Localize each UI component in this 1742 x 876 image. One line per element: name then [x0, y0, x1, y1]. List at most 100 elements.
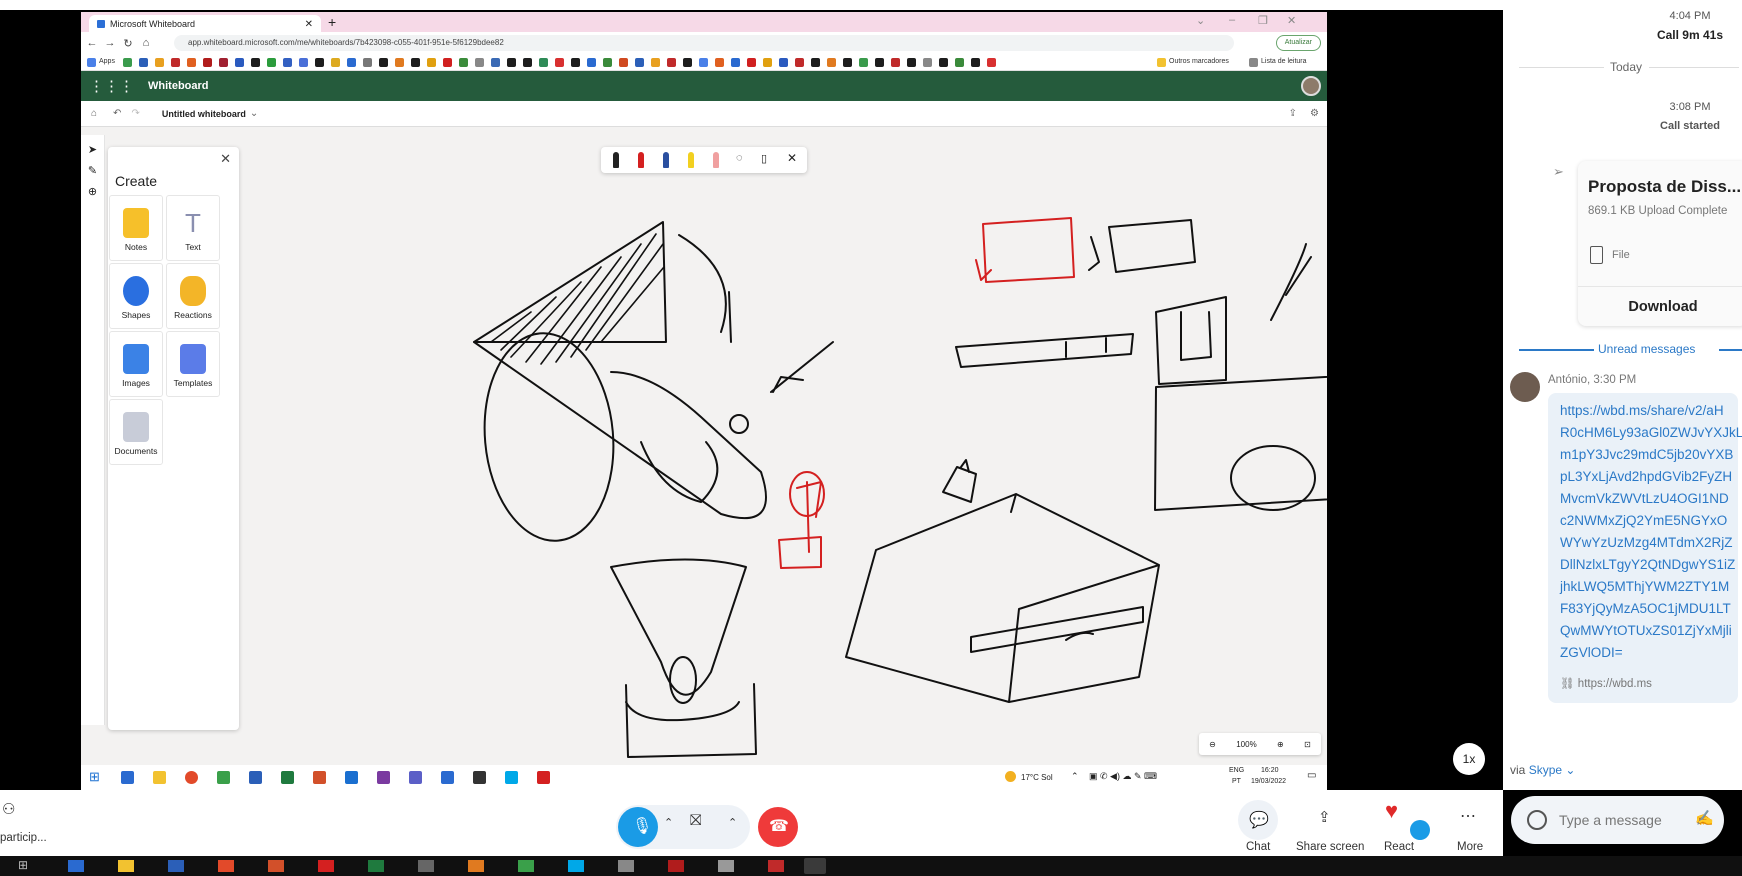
taskbar-app-icon[interactable]	[468, 860, 484, 872]
taskbar-app-icon[interactable]	[768, 860, 784, 872]
chat-label[interactable]: Chat	[1246, 841, 1270, 853]
taskbar-app-icon[interactable]	[168, 860, 184, 872]
zoom-in-icon[interactable]: ⊕	[1277, 740, 1284, 749]
message-link-line[interactable]: WYwYzUzMzg4MTdmX2RjZ	[1560, 535, 1733, 550]
acrobat-icon[interactable]	[537, 771, 550, 784]
lasso-icon[interactable]: ◌	[736, 152, 743, 164]
taskbar-app-icon[interactable]	[618, 860, 634, 872]
onenote-icon[interactable]	[377, 771, 390, 784]
highlighter-icon[interactable]	[688, 152, 694, 168]
link-preview[interactable]: ⛓ https://wbd.ms	[1560, 676, 1652, 690]
taskbar-app-icon[interactable]	[217, 771, 230, 784]
tray-icons[interactable]: ▣ ✆ ◀) ☁ ✎ ⌨	[1089, 771, 1157, 782]
message-link-line[interactable]: F83YjQyMzA5OC1jMDU1LT	[1560, 601, 1731, 616]
taskbar-app-icon[interactable]	[318, 860, 334, 872]
taskbar-app-icon[interactable]	[473, 771, 486, 784]
teams-icon[interactable]	[409, 771, 422, 784]
message-link-line[interactable]: jhkLWQ5MThjYWM2ZTY1M	[1560, 579, 1729, 594]
language-bottom[interactable]: PT	[1232, 778, 1241, 785]
active-taskbar-app-icon[interactable]	[804, 858, 826, 874]
end-call-button[interactable]: ☎	[758, 807, 798, 847]
start-icon[interactable]: ⊞	[18, 858, 28, 872]
compose-pen-icon[interactable]: ✍	[1695, 809, 1714, 827]
message-link-line[interactable]: pL3YxLjAvd2hpdGVib2FyZH	[1560, 469, 1732, 484]
emoji-icon[interactable]	[1527, 810, 1547, 830]
message-link-line[interactable]: QwMWYtOTUxZS01ZjYxMjli	[1560, 623, 1732, 638]
participants-label[interactable]: particip...	[0, 832, 47, 844]
close-ink-toolbar-icon[interactable]: ✕	[787, 151, 797, 165]
taskbar-app-icon[interactable]	[441, 771, 454, 784]
chat-button[interactable]: 💬	[1238, 800, 1278, 840]
taskbar-app-icon[interactable]	[518, 860, 534, 872]
weather-text[interactable]: 17°C Sol	[1021, 773, 1053, 782]
powerpoint-icon[interactable]	[313, 771, 326, 784]
taskbar-app-icon[interactable]	[121, 771, 134, 784]
taskbar-app-icon[interactable]	[368, 860, 384, 872]
message-link-line[interactable]: R0cHM6Ly93aGl0ZWJvYXJkL	[1560, 425, 1742, 440]
fit-screen-icon[interactable]: ⊡	[1304, 740, 1311, 749]
clock-time[interactable]: 16:20	[1261, 767, 1279, 774]
skype-taskbar-icon[interactable]	[505, 771, 518, 784]
ruler-icon[interactable]: ▯	[761, 152, 767, 165]
camera-options-chevron-icon[interactable]: ⌃	[728, 816, 737, 829]
share-screen-label[interactable]: Share screen	[1296, 841, 1364, 853]
heart-react-icon[interactable]: ♥	[1385, 798, 1398, 824]
taskbar-app-icon[interactable]	[668, 860, 684, 872]
select-tool-icon[interactable]: ➤	[81, 143, 104, 156]
create-shapes[interactable]: Shapes	[109, 263, 163, 329]
message-link-line[interactable]: ZGVlODI=	[1560, 645, 1623, 660]
clock-date[interactable]: 19/03/2022	[1251, 778, 1286, 785]
taskbar-app-icon[interactable]	[568, 860, 584, 872]
word-icon[interactable]	[249, 771, 262, 784]
eraser-icon[interactable]	[713, 152, 719, 168]
mic-options-chevron-icon[interactable]: ⌃	[664, 816, 673, 829]
via-app-link[interactable]: Skype	[1529, 763, 1562, 777]
taskbar-app-icon[interactable]	[118, 860, 134, 872]
create-images[interactable]: Images	[109, 331, 163, 397]
camera-off-icon[interactable]: ⛝	[690, 812, 701, 829]
add-tool-icon[interactable]: ⊕	[81, 185, 104, 198]
sender-avatar[interactable]	[1510, 372, 1540, 402]
red-pen-icon[interactable]	[638, 152, 644, 168]
close-panel-icon[interactable]: ✕	[220, 151, 231, 167]
message-input[interactable]: Type a message ✍	[1511, 796, 1724, 844]
message-link-line[interactable]: c2NWMxZjQ2YmE5NGYxO	[1560, 513, 1727, 528]
taskbar-app-icon[interactable]	[218, 860, 234, 872]
taskbar-app-icon[interactable]	[268, 860, 284, 872]
blue-pen-icon[interactable]	[663, 152, 669, 168]
zoom-out-icon[interactable]: ⊖	[1209, 740, 1216, 749]
more-label[interactable]: More	[1457, 841, 1483, 853]
message-link-line[interactable]: m1pY3Jvc29mdC5jb20vYXB	[1560, 447, 1733, 462]
create-documents[interactable]: Documents	[109, 399, 163, 465]
taskbar-app-icon[interactable]	[418, 860, 434, 872]
react-label[interactable]: React	[1384, 841, 1414, 853]
black-pen-icon[interactable]	[613, 152, 619, 168]
playback-speed-button[interactable]: 1x	[1453, 743, 1485, 775]
windows-start-icon[interactable]: ⊞	[89, 769, 100, 785]
language-top[interactable]: ENG	[1229, 767, 1244, 774]
file-explorer-icon[interactable]	[153, 771, 166, 784]
taskbar-app-icon[interactable]	[718, 860, 734, 872]
message-link-line[interactable]: DllNzlxLTgyY2QtNDgwYS1iZ	[1560, 557, 1735, 572]
download-button[interactable]: Download	[1578, 286, 1742, 326]
create-reactions[interactable]: Reactions	[166, 263, 220, 329]
excel-icon[interactable]	[281, 771, 294, 784]
edit-reaction-icon[interactable]	[1410, 820, 1430, 840]
pen-tool-icon[interactable]: ✎	[81, 164, 104, 177]
create-text[interactable]: T Text	[166, 195, 220, 261]
add-participant-icon[interactable]: ⚇	[2, 800, 15, 818]
message-link-line[interactable]: https://wbd.ms/share/v2/aH	[1560, 403, 1724, 418]
file-card[interactable]: Proposta de Diss... 869.1 KB Upload Comp…	[1578, 161, 1742, 326]
notifications-icon[interactable]: ▭	[1307, 770, 1316, 781]
create-notes[interactable]: Notes	[109, 195, 163, 261]
message-link-line[interactable]: MvcmVkZWVtLzU4OGI1ND	[1560, 491, 1729, 506]
outlook-icon[interactable]	[345, 771, 358, 784]
chevron-down-icon[interactable]: ⌄	[1565, 763, 1575, 777]
more-options-icon[interactable]: ⋯	[1460, 806, 1476, 826]
share-screen-icon[interactable]: ⇪	[1318, 808, 1331, 826]
taskbar-app-icon[interactable]	[68, 860, 84, 872]
tray-chevron-icon[interactable]: ⌃	[1071, 771, 1079, 782]
create-templates[interactable]: Templates	[166, 331, 220, 397]
microphone-button[interactable]: 🎙	[618, 807, 658, 847]
chrome-icon[interactable]	[185, 771, 198, 784]
